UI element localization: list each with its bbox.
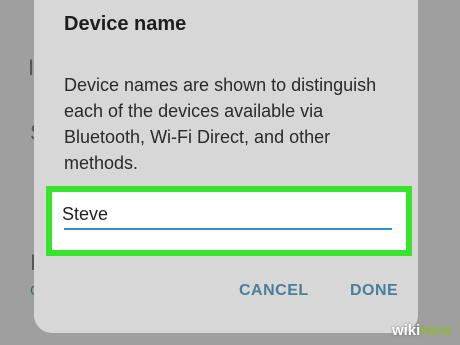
watermark-suffix: How: [420, 322, 452, 339]
wikihow-watermark: wikiHow: [392, 322, 452, 339]
device-name-dialog: Device name Device names are shown to di…: [34, 0, 418, 333]
dialog-title: Device name: [64, 13, 187, 35]
watermark-prefix: wiki: [391, 322, 421, 339]
cancel-button[interactable]: CANCEL: [239, 282, 309, 300]
dialog-message: Device names are shown to distinguish ea…: [64, 75, 377, 173]
done-button[interactable]: DONE: [350, 282, 398, 300]
input-underline: [64, 228, 392, 230]
device-name-input[interactable]: [62, 202, 388, 226]
input-highlight-box: [46, 186, 412, 256]
